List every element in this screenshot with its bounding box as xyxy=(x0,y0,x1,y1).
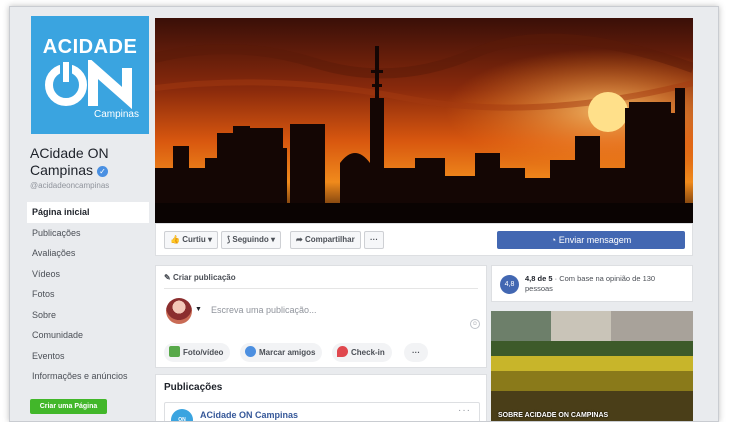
messenger-icon: ◔ xyxy=(550,235,557,245)
photo-icon xyxy=(169,346,180,357)
thumbs-up-icon: 👍 xyxy=(170,235,180,244)
sidebar-item-photos[interactable]: Fotos xyxy=(27,284,149,305)
photo-video-label: Foto/vídeo xyxy=(183,348,224,357)
send-message-button[interactable]: ◔ Enviar mensagem xyxy=(497,231,685,249)
sidebar-item-posts[interactable]: Publicações xyxy=(27,223,149,244)
rating-score: 4,8 de 5 xyxy=(525,274,553,283)
tag-friends-label: Marcar amigos xyxy=(259,348,316,357)
rating-card[interactable]: 4,8 4,8 de 5 · Com base na opinião de 13… xyxy=(491,265,693,302)
following-button[interactable]: ⟆ Seguindo ▾ xyxy=(221,231,282,249)
about-photo[interactable]: SOBRE ACIDADE ON CAMPINAS xyxy=(491,311,693,421)
divider xyxy=(164,288,478,289)
caret-down-icon[interactable]: ▼ xyxy=(195,306,202,313)
share-button[interactable]: ➦ Compartilhar xyxy=(290,231,361,249)
page-handle[interactable]: @acidadeoncampinas xyxy=(30,181,109,190)
rating-badge: 4,8 xyxy=(500,275,519,294)
like-button[interactable]: 👍 Curtiu ▾ xyxy=(164,231,218,249)
about-caption: SOBRE ACIDADE ON CAMPINAS xyxy=(498,412,609,419)
avatar[interactable] xyxy=(166,298,192,324)
page-logo[interactable]: ACIDADE Campinas xyxy=(31,16,149,134)
posts-section: Publicações ON ACidade ON Campinas ··· xyxy=(155,374,487,421)
checkin-button[interactable]: Check-in xyxy=(332,343,392,362)
logo-subtext: Campinas xyxy=(93,109,139,120)
emoji-icon[interactable]: ☺ xyxy=(470,319,480,329)
photo-video-button[interactable]: Foto/vídeo xyxy=(164,343,231,362)
rating-summary: 4,8 de 5 · Com base na opinião de 130 pe… xyxy=(525,274,685,294)
composer-heading[interactable]: ✎ Criar publicação xyxy=(164,273,236,282)
verified-check-icon: ✓ xyxy=(96,165,108,177)
sidebar-item-community[interactable]: Comunidade xyxy=(27,325,149,346)
sunset-skyline-image xyxy=(155,18,693,223)
create-page-button[interactable]: Criar uma Página xyxy=(30,399,107,414)
facebook-page-window: ACIDADE Campinas ACidade ON Campinas ✓ @… xyxy=(9,6,719,422)
posts-heading: Publicações xyxy=(164,382,223,393)
logo-text: ACIDADE xyxy=(42,36,138,58)
sidebar-item-about[interactable]: Sobre xyxy=(27,305,149,326)
power-on-icon xyxy=(45,60,132,110)
checkin-label: Check-in xyxy=(351,348,385,357)
sidebar-item-info-ads[interactable]: Informações e anúncios xyxy=(27,366,149,387)
post-input[interactable]: Escreva uma publicação... xyxy=(211,305,317,315)
crowd-image xyxy=(491,311,693,421)
page-title[interactable]: ACidade ON Campinas ✓ xyxy=(30,145,150,179)
composer-more-button[interactable]: ··· xyxy=(404,343,428,362)
sidebar-item-home[interactable]: Página inicial xyxy=(27,202,149,223)
post-avatar[interactable]: ON xyxy=(171,409,193,421)
pencil-icon: ✎ xyxy=(164,273,171,282)
share-arrow-icon: ➦ xyxy=(296,235,303,244)
post-options-button[interactable]: ··· xyxy=(458,405,471,416)
location-pin-icon xyxy=(337,346,348,357)
following-label: Seguindo ▾ xyxy=(232,235,276,244)
send-message-label: Enviar mensagem xyxy=(558,235,632,245)
post-author[interactable]: ACidade ON Campinas xyxy=(200,410,298,420)
cover-photo[interactable] xyxy=(155,18,693,223)
post-card: ON ACidade ON Campinas ··· xyxy=(164,402,480,421)
sidebar-item-videos[interactable]: Vídeos xyxy=(27,264,149,285)
sidebar-item-events[interactable]: Eventos xyxy=(27,346,149,367)
post-composer: ✎ Criar publicação ▼ Escreva uma publica… xyxy=(155,265,487,368)
composer-heading-label: Criar publicação xyxy=(172,273,236,282)
share-label: Compartilhar xyxy=(304,235,355,244)
tag-friends-icon xyxy=(245,346,256,357)
like-label: Curtiu ▾ xyxy=(182,235,212,244)
tag-friends-button[interactable]: Marcar amigos xyxy=(240,343,323,362)
rss-icon: ⟆ xyxy=(227,235,231,244)
page-action-bar: 👍 Curtiu ▾ ⟆ Seguindo ▾ ➦ Compartilhar ·… xyxy=(155,223,693,256)
more-actions-button[interactable]: ··· xyxy=(364,231,384,249)
sidebar-nav: Página inicial Publicações Avaliações Ví… xyxy=(27,202,149,387)
sidebar-item-reviews[interactable]: Avaliações xyxy=(27,243,149,264)
